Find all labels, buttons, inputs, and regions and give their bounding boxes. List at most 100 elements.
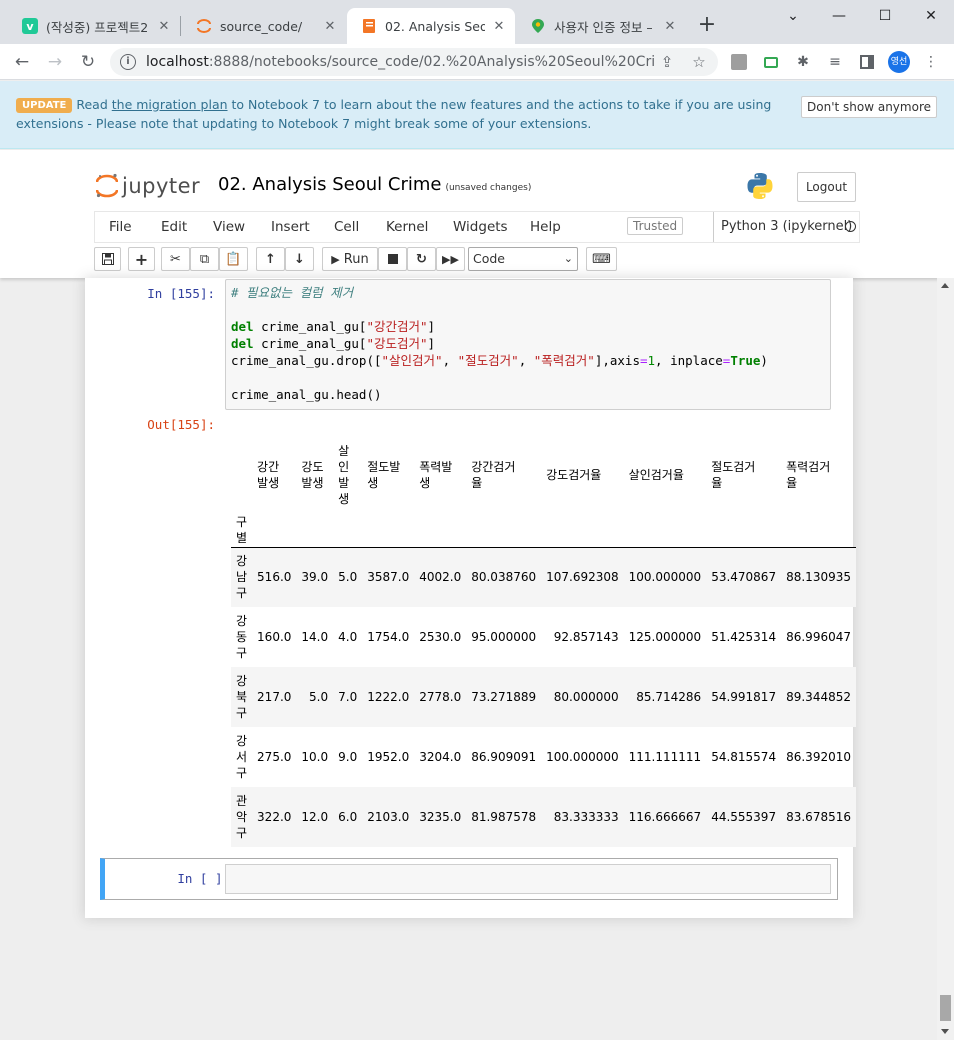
cell-type-select[interactable]: Code ⌄ (468, 247, 578, 271)
browser-tab-strip: v (작성중) 프로젝트2 ✕ source_code/ ✕ 02. Analy… (0, 0, 954, 44)
menu-view[interactable]: View (213, 219, 245, 235)
copy-button[interactable]: ⧉ (190, 247, 219, 271)
menu-file[interactable]: File (109, 219, 132, 235)
tab-auth-info[interactable]: 사용자 인증 정보 – ✕ (516, 8, 686, 44)
menu-widgets[interactable]: Widgets (453, 219, 508, 235)
restart-icon: ↻ (416, 251, 427, 267)
code-editor[interactable] (225, 864, 831, 894)
table-cell: 80.038760 (471, 570, 537, 585)
menu-help[interactable]: Help (530, 219, 561, 235)
table-row: 강 북 구 217.0 5.0 7.0 1222.0 2778.0 73.271889 80.00… (231, 667, 856, 727)
kernel-name[interactable]: Python 3 (ipykernel) (713, 212, 852, 242)
new-tab-button[interactable]: + (694, 12, 720, 38)
forward-icon[interactable]: → (43, 50, 67, 74)
restart-run-all-button[interactable]: ▶▶ (436, 247, 465, 271)
table-cell: 39.0 (301, 570, 329, 585)
url-bar[interactable]: i localhost:8888/notebooks/source_code/0… (110, 48, 718, 76)
url-text[interactable]: localhost:8888/notebooks/source_code/02.… (146, 54, 656, 70)
menu-kernel[interactable]: Kernel (386, 219, 428, 235)
close-icon[interactable]: ✕ (491, 18, 507, 34)
save-button[interactable] (94, 247, 121, 271)
cut-button[interactable]: ✂ (161, 247, 190, 271)
close-icon[interactable]: ✕ (322, 18, 338, 34)
code-text: crime_anal_gu[ (253, 319, 367, 334)
reload-icon[interactable]: ↻ (76, 50, 100, 74)
update-banner: UPDATE Read the migration plan to Notebo… (0, 81, 954, 149)
extension-green-icon[interactable] (762, 53, 780, 71)
page-scrollbar[interactable] (937, 278, 954, 1040)
interrupt-button[interactable] (378, 247, 407, 271)
code-editor[interactable]: # 필요없는 컬럼 제거 del crime_anal_gu["강간검거"] d… (225, 279, 831, 410)
empty-code-cell[interactable]: In [ ]: (100, 858, 838, 900)
index-header-spacer (414, 513, 466, 547)
trusted-indicator[interactable]: Trusted (627, 217, 684, 235)
bookmark-star-icon[interactable]: ☆ (690, 53, 708, 71)
move-down-button[interactable]: ↓ (285, 247, 314, 271)
media-control-icon[interactable]: ≡ (826, 53, 844, 71)
dont-show-anymore-button[interactable]: Don't show anymore (801, 96, 937, 118)
move-up-button[interactable]: ↑ (256, 247, 285, 271)
maximize-icon[interactable]: ☐ (862, 0, 908, 32)
profile-avatar[interactable]: 영선 (888, 51, 910, 73)
banner-text: Read (76, 97, 112, 112)
close-icon[interactable]: ✕ (156, 18, 172, 34)
index-header-spacer (541, 513, 624, 547)
close-window-icon[interactable]: ✕ (908, 0, 954, 32)
code-text: ) (760, 353, 768, 368)
table-cell: 73.271889 (471, 690, 537, 704)
restart-button[interactable]: ↻ (407, 247, 436, 271)
table-cell: 1952.0 (367, 750, 410, 764)
insert-cell-button[interactable]: + (128, 247, 155, 271)
more-menu-icon[interactable]: ⋮ (922, 53, 940, 71)
menu-insert[interactable]: Insert (271, 219, 310, 235)
menu-edit[interactable]: Edit (161, 219, 187, 235)
tab-title: (작성중) 프로젝트2 (46, 19, 149, 35)
table-row: 강 남 구 516.0 39.0 5.0 3587.0 4002.0 80.038760 107.… (231, 547, 856, 607)
row-index: 강북구 (236, 674, 248, 720)
tab-title: 02. Analysis Seoul (385, 18, 485, 34)
table-cell: 6.0 (338, 810, 358, 824)
extension-avatar-icon[interactable] (730, 53, 748, 71)
minimize-icon[interactable]: — (816, 0, 862, 32)
close-icon[interactable]: ✕ (662, 18, 678, 34)
notebook-icon (361, 18, 377, 34)
command-palette-button[interactable]: ⌨ (586, 247, 617, 271)
index-header-spacer (252, 513, 296, 547)
table-row: 관 악 구 322.0 12.0 6.0 2103.0 3235.0 81.987578 83.3… (231, 787, 856, 847)
jupyter-logo[interactable]: jupyter (95, 173, 200, 199)
site-info-icon[interactable]: i (120, 54, 136, 70)
table-cell: 86.909091 (471, 750, 537, 764)
table-cell: 5.0 (338, 570, 358, 585)
tab-search-icon[interactable]: ⌄ (770, 0, 816, 32)
notebook-container: In [155]: # 필요없는 컬럼 제거 del crime_anal_gu… (85, 278, 856, 918)
logout-button[interactable]: Logout (797, 172, 856, 202)
code-string: "절도검거" (457, 353, 519, 368)
tab-source-code[interactable]: source_code/ ✕ (182, 8, 346, 44)
share-icon[interactable]: ⇪ (658, 53, 676, 71)
tab-project[interactable]: v (작성중) 프로젝트2 ✕ (8, 8, 180, 44)
address-toolbar: ← → ↻ i localhost:8888/notebooks/source_… (0, 44, 954, 80)
table-cell: 3235.0 (419, 810, 462, 824)
scroll-down-icon[interactable] (941, 1029, 949, 1034)
paste-button[interactable]: 📋 (219, 247, 248, 271)
table-cell: 95.000000 (471, 630, 537, 644)
extensions-puzzle-icon[interactable]: ✱ (794, 53, 812, 71)
back-icon[interactable]: ← (10, 50, 34, 74)
column-header: 절도검거 율 (711, 460, 756, 490)
menu-cell[interactable]: Cell (334, 219, 359, 235)
arrow-down-icon: ↓ (294, 251, 305, 267)
table-cell: 54.991817 (711, 690, 777, 704)
migration-plan-link[interactable]: the migration plan (112, 97, 228, 112)
dataframe-output: 강간 발생 강도 발생 살 인 발 생 절도발 생 폭력발 생 강간검거 율 강도검거율 살인검거율 절도검거 율… (231, 437, 856, 847)
table-cell: 86.996047 (786, 630, 851, 644)
scrollbar-thumb[interactable] (940, 995, 951, 1021)
run-button[interactable]: ▶ Run (322, 247, 378, 271)
notebook-title[interactable]: 02. Analysis Seoul Crime (unsaved changes… (218, 174, 531, 195)
table-cell: 44.555397 (711, 810, 777, 824)
scroll-up-icon[interactable] (941, 283, 949, 288)
code-text: ] (427, 319, 436, 334)
side-panel-icon[interactable] (858, 53, 876, 71)
table-cell: 107.692308 (546, 570, 619, 585)
tab-analysis-seoul[interactable]: 02. Analysis Seoul ✕ (347, 8, 515, 44)
table-cell: 1222.0 (367, 690, 410, 704)
